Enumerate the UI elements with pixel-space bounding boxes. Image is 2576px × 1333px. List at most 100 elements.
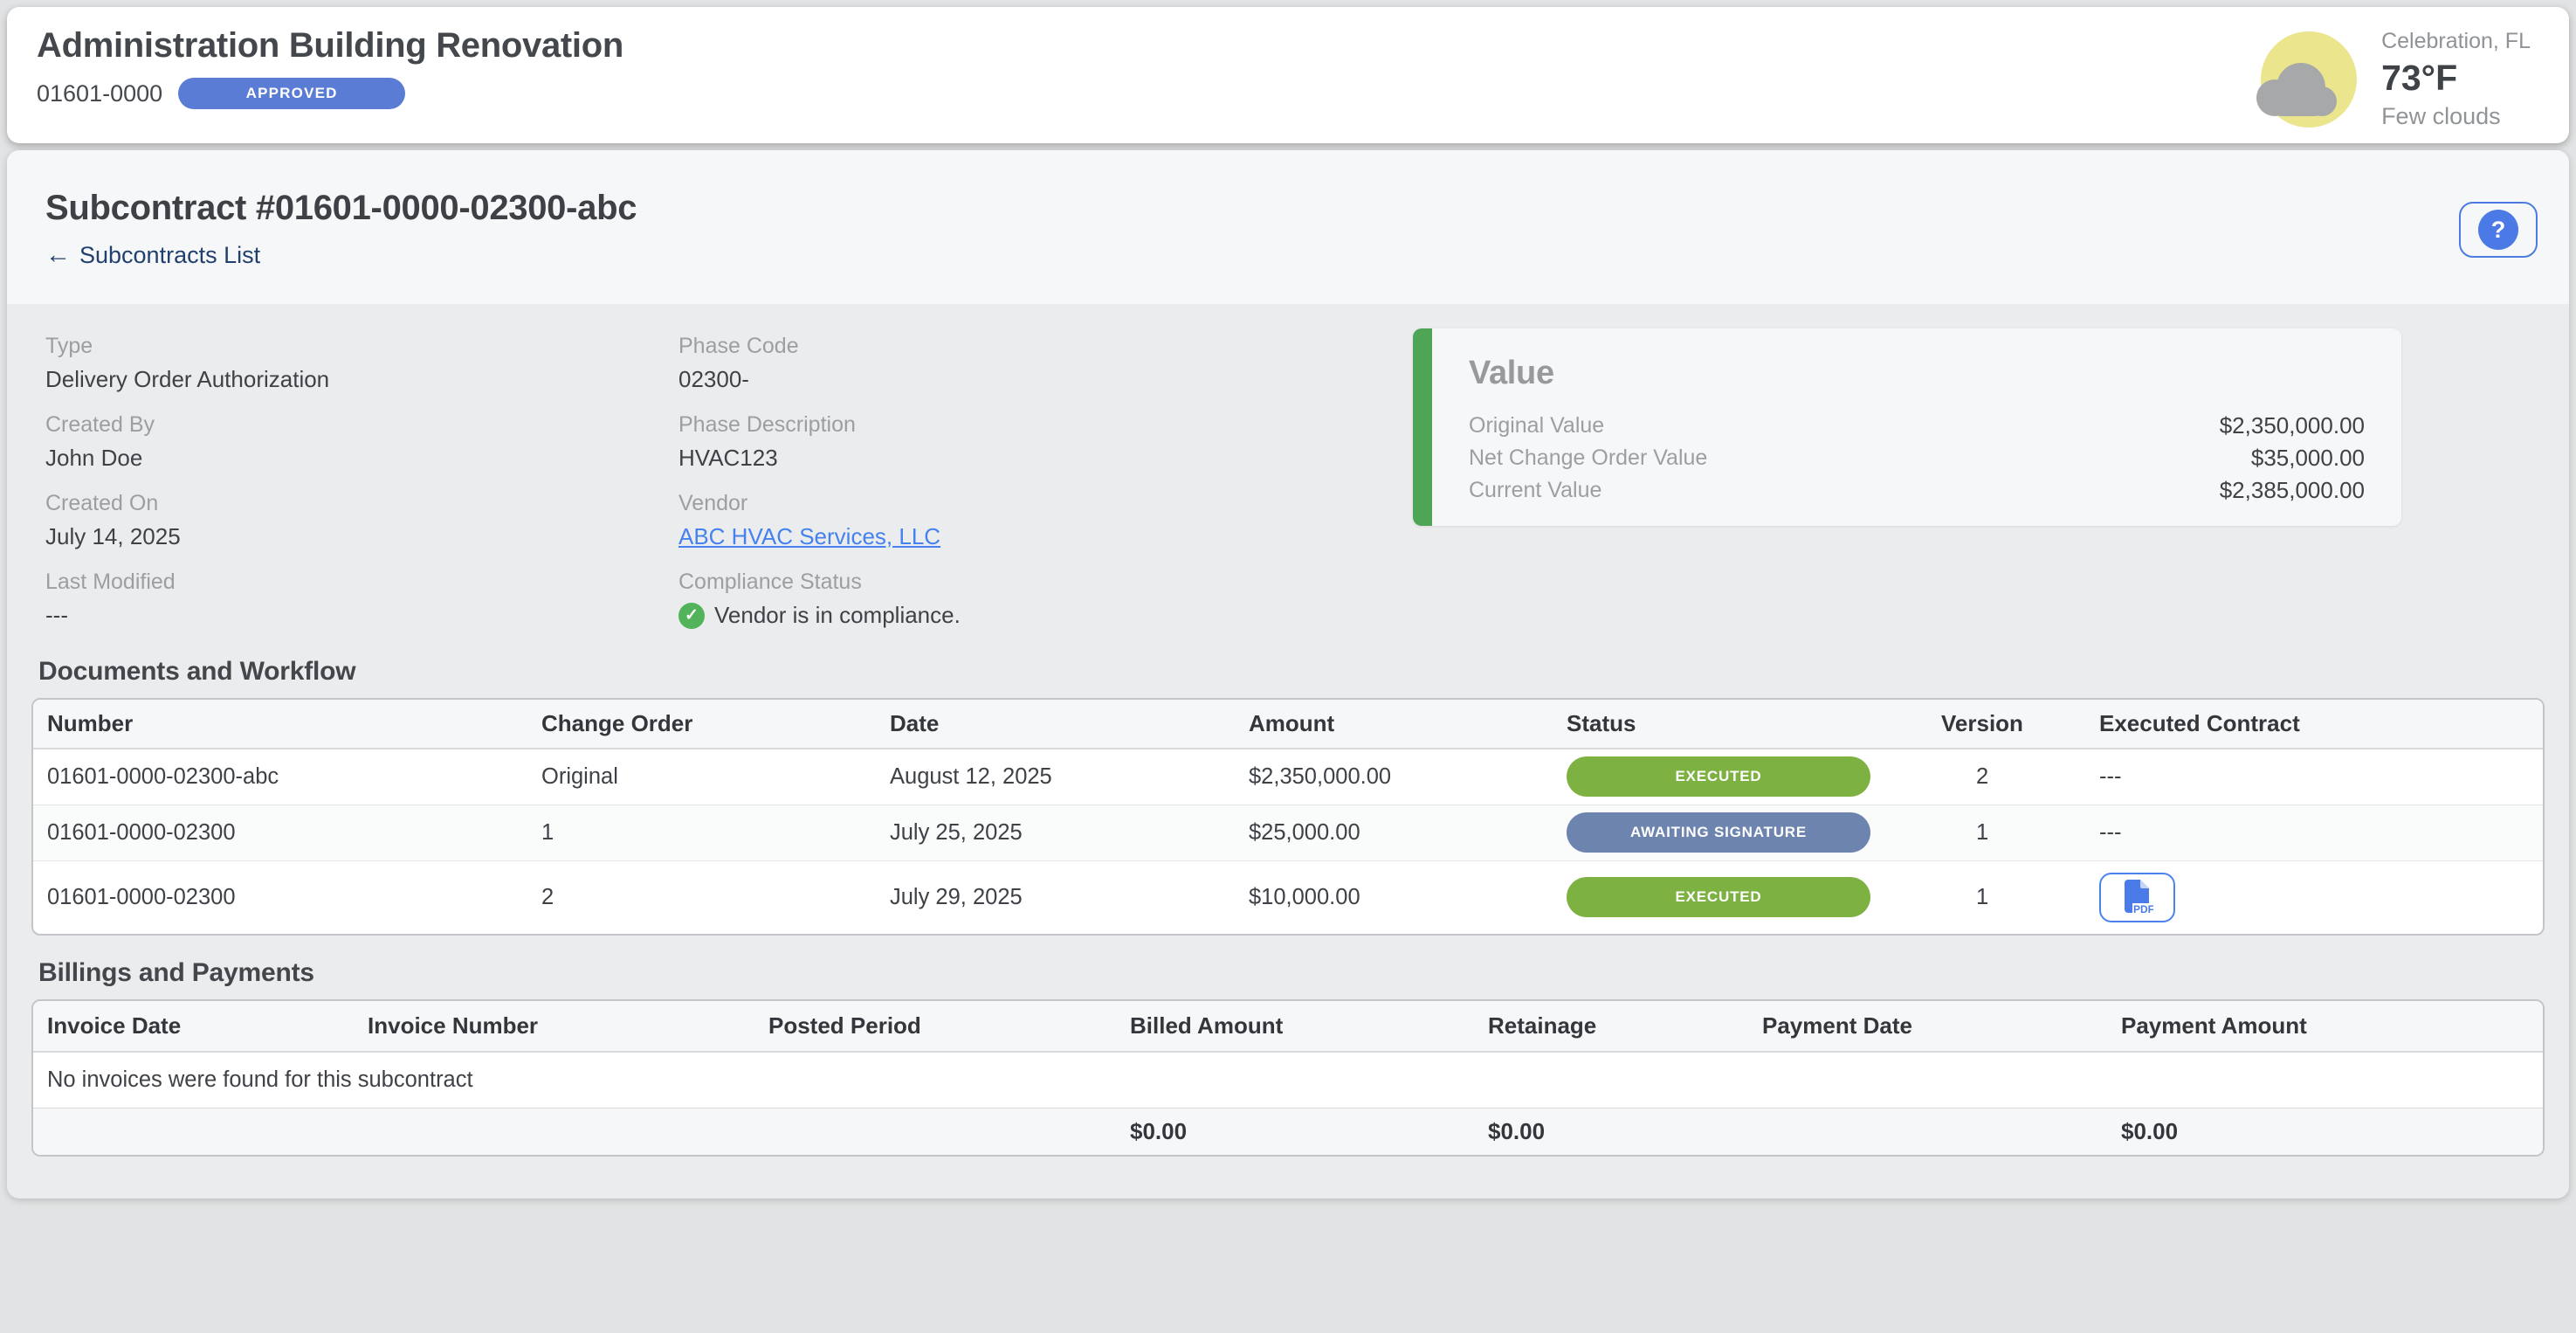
col-amount: Amount: [1249, 700, 1567, 749]
field-created-on: Created On July 14, 2025: [45, 491, 329, 550]
doc-number: 01601-0000-02300: [33, 805, 541, 860]
help-button[interactable]: ?: [2459, 202, 2538, 258]
help-icon: ?: [2478, 210, 2518, 250]
doc-executed-contract: ---: [2099, 805, 2543, 860]
field-phase-description-label: Phase Description: [678, 412, 961, 438]
current-value-amount: $2,385,000.00: [2220, 474, 2365, 507]
project-number: 01601-0000: [37, 80, 162, 107]
col-number: Number: [33, 700, 541, 749]
value-accent-bar: [1413, 328, 1432, 526]
col-retainage: Retainage: [1488, 1001, 1762, 1052]
pdf-file-icon: PDF: [2122, 879, 2153, 915]
field-created-by-value: John Doe: [45, 445, 329, 472]
subcontract-card-header: Subcontract #01601-0000-02300-abc ← Subc…: [7, 150, 2569, 304]
subcontract-detail-card: Subcontract #01601-0000-02300-abc ← Subc…: [7, 150, 2569, 1198]
doc-version: 2: [1941, 749, 2099, 805]
field-created-on-label: Created On: [45, 491, 329, 516]
status-badge: EXECUTED: [1567, 877, 1870, 917]
document-row: 01601-0000-02300 2 July 29, 2025 $10,000…: [33, 860, 2543, 934]
col-version: Version: [1941, 700, 2099, 749]
document-row: 01601-0000-02300 1 July 25, 2025 $25,000…: [33, 805, 2543, 860]
col-payment-date: Payment Date: [1762, 1001, 2121, 1052]
vendor-link[interactable]: ABC HVAC Services, LLC: [678, 523, 940, 549]
billings-table: Invoice Date Invoice Number Posted Perio…: [31, 999, 2545, 1157]
field-last-modified: Last Modified ---: [45, 570, 329, 629]
billings-totals-row: $0.00 $0.00 $0.00: [33, 1108, 2543, 1155]
field-last-modified-label: Last Modified: [45, 570, 329, 595]
weather-condition: Few clouds: [2381, 105, 2531, 128]
value-card-title: Value: [1469, 355, 2365, 392]
svg-text:PDF: PDF: [2133, 903, 2153, 915]
billings-section-title: Billings and Payments: [38, 958, 2545, 988]
field-phase-code-label: Phase Code: [678, 334, 961, 359]
col-executed-contract: Executed Contract: [2099, 700, 2543, 749]
field-last-modified-value: ---: [45, 602, 329, 629]
doc-change-order: Original: [541, 749, 890, 805]
original-value-row: Original Value $2,350,000.00: [1469, 410, 2365, 442]
net-change-order-value-amount: $35,000.00: [2251, 442, 2365, 474]
documents-table: Number Change Order Date Amount Status V…: [31, 698, 2545, 936]
field-created-by: Created By John Doe: [45, 412, 329, 472]
field-created-by-label: Created By: [45, 412, 329, 438]
weather-widget: Celebration, FL 73°F Few clouds: [2257, 7, 2531, 143]
field-compliance-status-value: Vendor is in compliance.: [714, 602, 961, 629]
cloud-icon: [2250, 59, 2343, 117]
project-header: Administration Building Renovation 01601…: [7, 7, 2569, 143]
project-status-badge: APPROVED: [178, 78, 405, 109]
no-invoices-row: No invoices were found for this subcontr…: [33, 1052, 2543, 1108]
col-billed-amount: Billed Amount: [1130, 1001, 1488, 1052]
document-row: 01601-0000-02300-abc Original August 12,…: [33, 749, 2543, 805]
back-to-subcontracts-link[interactable]: ← Subcontracts List: [45, 242, 260, 269]
doc-version: 1: [1941, 805, 2099, 860]
doc-amount: $10,000.00: [1249, 860, 1567, 934]
status-badge: EXECUTED: [1567, 756, 1870, 797]
doc-change-order: 2: [541, 860, 890, 934]
field-compliance-status-label: Compliance Status: [678, 570, 961, 595]
back-link-label: Subcontracts List: [79, 242, 260, 269]
col-date: Date: [890, 700, 1249, 749]
no-invoices-message: No invoices were found for this subcontr…: [33, 1052, 2543, 1108]
col-invoice-date: Invoice Date: [33, 1001, 368, 1052]
current-value-label: Current Value: [1469, 474, 1601, 507]
doc-version: 1: [1941, 860, 2099, 934]
doc-executed-contract: ---: [2099, 749, 2543, 805]
executed-contract-pdf-button[interactable]: PDF: [2099, 873, 2175, 922]
page-title: Subcontract #01601-0000-02300-abc: [45, 189, 2531, 228]
back-arrow-icon: ←: [45, 243, 71, 268]
field-vendor: Vendor ABC HVAC Services, LLC: [678, 491, 961, 550]
col-invoice-number: Invoice Number: [368, 1001, 768, 1052]
original-value-amount: $2,350,000.00: [2220, 410, 2365, 442]
field-phase-description: Phase Description HVAC123: [678, 412, 961, 472]
field-compliance-status: Compliance Status ✓ Vendor is in complia…: [678, 570, 961, 629]
field-phase-description-value: HVAC123: [678, 445, 961, 472]
field-phase-code-value: 02300-: [678, 366, 961, 393]
billings-section: Billings and Payments Invoice Date Invoi…: [31, 958, 2545, 1157]
doc-number: 01601-0000-02300-abc: [33, 749, 541, 805]
field-phase-code: Phase Code 02300-: [678, 334, 961, 393]
documents-section: Documents and Workflow Number Change Ord…: [31, 657, 2545, 936]
field-created-on-value: July 14, 2025: [45, 523, 329, 550]
project-subheader: 01601-0000 APPROVED: [37, 78, 623, 109]
weather-location: Celebration, FL: [2381, 31, 2531, 52]
doc-amount: $2,350,000.00: [1249, 749, 1567, 805]
current-value-row: Current Value $2,385,000.00: [1469, 474, 2365, 507]
subcontract-details-section: Type Delivery Order Authorization Create…: [31, 304, 2545, 638]
few-clouds-icon: [2257, 28, 2360, 131]
net-change-order-value-label: Net Change Order Value: [1469, 442, 1707, 474]
weather-temperature: 73°F: [2381, 60, 2531, 96]
col-payment-amount: Payment Amount: [2121, 1001, 2543, 1052]
doc-number: 01601-0000-02300: [33, 860, 541, 934]
field-type-value: Delivery Order Authorization: [45, 366, 329, 393]
doc-change-order: 1: [541, 805, 890, 860]
documents-section-title: Documents and Workflow: [38, 657, 2545, 687]
value-summary-card: Value Original Value $2,350,000.00 Net C…: [1413, 328, 2401, 526]
doc-date: August 12, 2025: [890, 749, 1249, 805]
total-retainage: $0.00: [1488, 1108, 1762, 1155]
doc-date: July 25, 2025: [890, 805, 1249, 860]
field-vendor-label: Vendor: [678, 491, 961, 516]
doc-date: July 29, 2025: [890, 860, 1249, 934]
status-badge: AWAITING SIGNATURE: [1567, 812, 1870, 853]
col-posted-period: Posted Period: [768, 1001, 1130, 1052]
total-billed-amount: $0.00: [1130, 1108, 1488, 1155]
col-change-order: Change Order: [541, 700, 890, 749]
